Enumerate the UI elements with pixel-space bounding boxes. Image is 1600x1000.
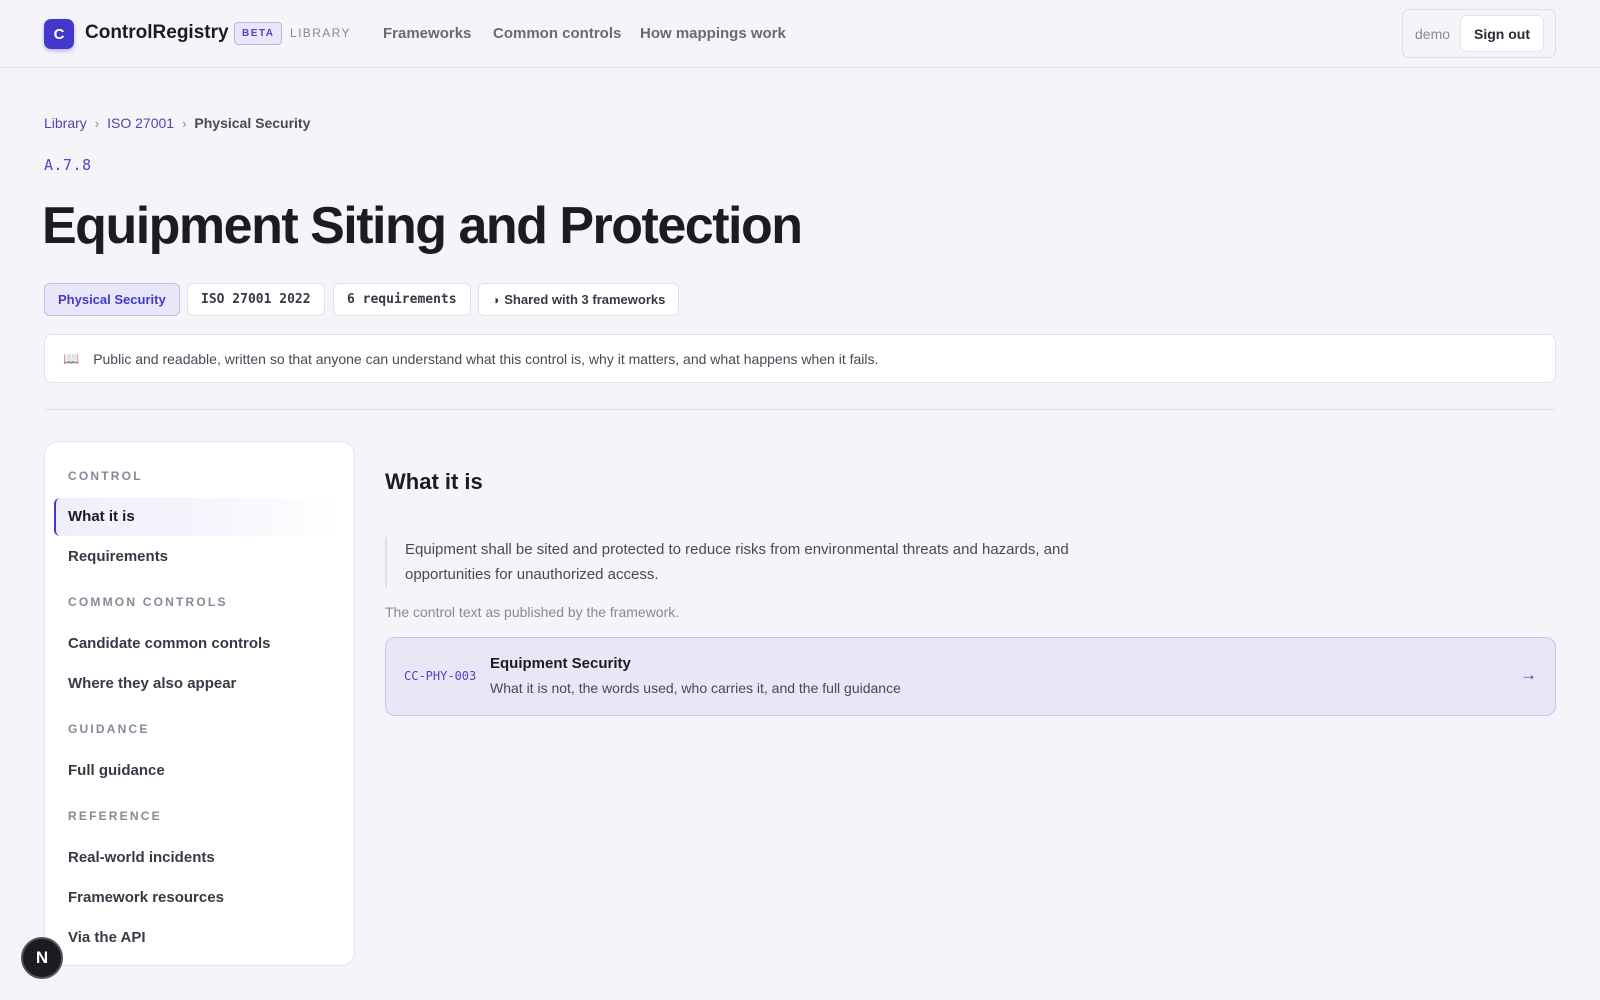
- info-note: 📖 Public and readable, written so that a…: [44, 334, 1556, 383]
- nav-how-mappings-work[interactable]: How mappings work: [640, 25, 786, 42]
- sign-out-button[interactable]: Sign out: [1460, 15, 1544, 52]
- common-control-card[interactable]: CC-PHY-003 Equipment Security What it is…: [385, 637, 1556, 716]
- common-control-code: CC-PHY-003: [404, 669, 477, 683]
- user-menu: demo Sign out: [1402, 9, 1556, 58]
- section-sidebar: CONTROL What it is Requirements COMMON C…: [44, 441, 355, 966]
- book-icon: 📖: [63, 350, 80, 366]
- dev-tools-button[interactable]: N: [21, 937, 63, 979]
- section-label: LIBRARY: [290, 26, 351, 40]
- shared-chip[interactable]: ◑ Shared with 3 frameworks: [478, 283, 680, 316]
- sidebar-section-control: CONTROL: [68, 469, 143, 483]
- user-name: demo: [1415, 26, 1451, 42]
- sidebar-item-candidate-common-controls[interactable]: Candidate common controls: [68, 635, 271, 652]
- common-control-title: Equipment Security: [490, 655, 631, 672]
- brand-name[interactable]: ControlRegistry: [85, 22, 229, 44]
- section-title: What it is: [385, 469, 483, 494]
- breadcrumb-current: Physical Security: [194, 115, 311, 131]
- sidebar-section-common-controls: COMMON CONTROLS: [68, 595, 228, 609]
- top-bar: C ControlRegistry BETA LIBRARY Framework…: [0, 0, 1600, 68]
- sidebar-item-via-the-api[interactable]: Via the API: [68, 929, 146, 946]
- domain-chip[interactable]: Physical Security: [44, 283, 180, 316]
- sidebar-item-what-it-is[interactable]: What it is: [68, 508, 135, 525]
- logo-icon[interactable]: C: [44, 19, 74, 49]
- page-title: Equipment Siting and Protection: [42, 197, 803, 255]
- framework-chip: ISO 27001 2022: [187, 283, 325, 316]
- breadcrumb: Library › ISO 27001 › Physical Security: [44, 115, 310, 131]
- beta-badge: BETA: [234, 22, 283, 45]
- info-note-text: Public and readable, written so that any…: [93, 350, 879, 367]
- nav-frameworks[interactable]: Frameworks: [383, 25, 471, 42]
- sidebar-item-real-world-incidents[interactable]: Real-world incidents: [68, 849, 215, 866]
- breadcrumb-separator: ›: [94, 115, 100, 131]
- common-control-description: What it is not, the words used, who carr…: [490, 680, 901, 696]
- control-code: A.7.8: [44, 156, 92, 174]
- breadcrumb-separator: ›: [182, 115, 187, 131]
- breadcrumb-library[interactable]: Library: [44, 115, 87, 131]
- requirements-chip: 6 requirements: [333, 283, 471, 316]
- control-text-quote: Equipment shall be sited and protected t…: [385, 537, 1105, 587]
- sidebar-item-full-guidance[interactable]: Full guidance: [68, 762, 165, 779]
- shared-chip-label: Shared with 3 frameworks: [504, 292, 666, 307]
- sidebar-item-framework-resources[interactable]: Framework resources: [68, 889, 224, 906]
- sidebar-item-where-they-also-appear[interactable]: Where they also appear: [68, 675, 236, 692]
- breadcrumb-iso-27001[interactable]: ISO 27001: [107, 115, 174, 131]
- arrow-right-icon: →: [1520, 665, 1537, 684]
- sidebar-section-reference: REFERENCE: [68, 809, 162, 823]
- sidebar-section-guidance: GUIDANCE: [68, 722, 150, 736]
- sidebar-item-requirements[interactable]: Requirements: [68, 548, 168, 565]
- half-circle-icon: ◑: [492, 292, 500, 307]
- quote-caption: The control text as published by the fra…: [385, 604, 680, 620]
- nav-common-controls[interactable]: Common controls: [493, 25, 621, 42]
- divider: [44, 409, 1556, 410]
